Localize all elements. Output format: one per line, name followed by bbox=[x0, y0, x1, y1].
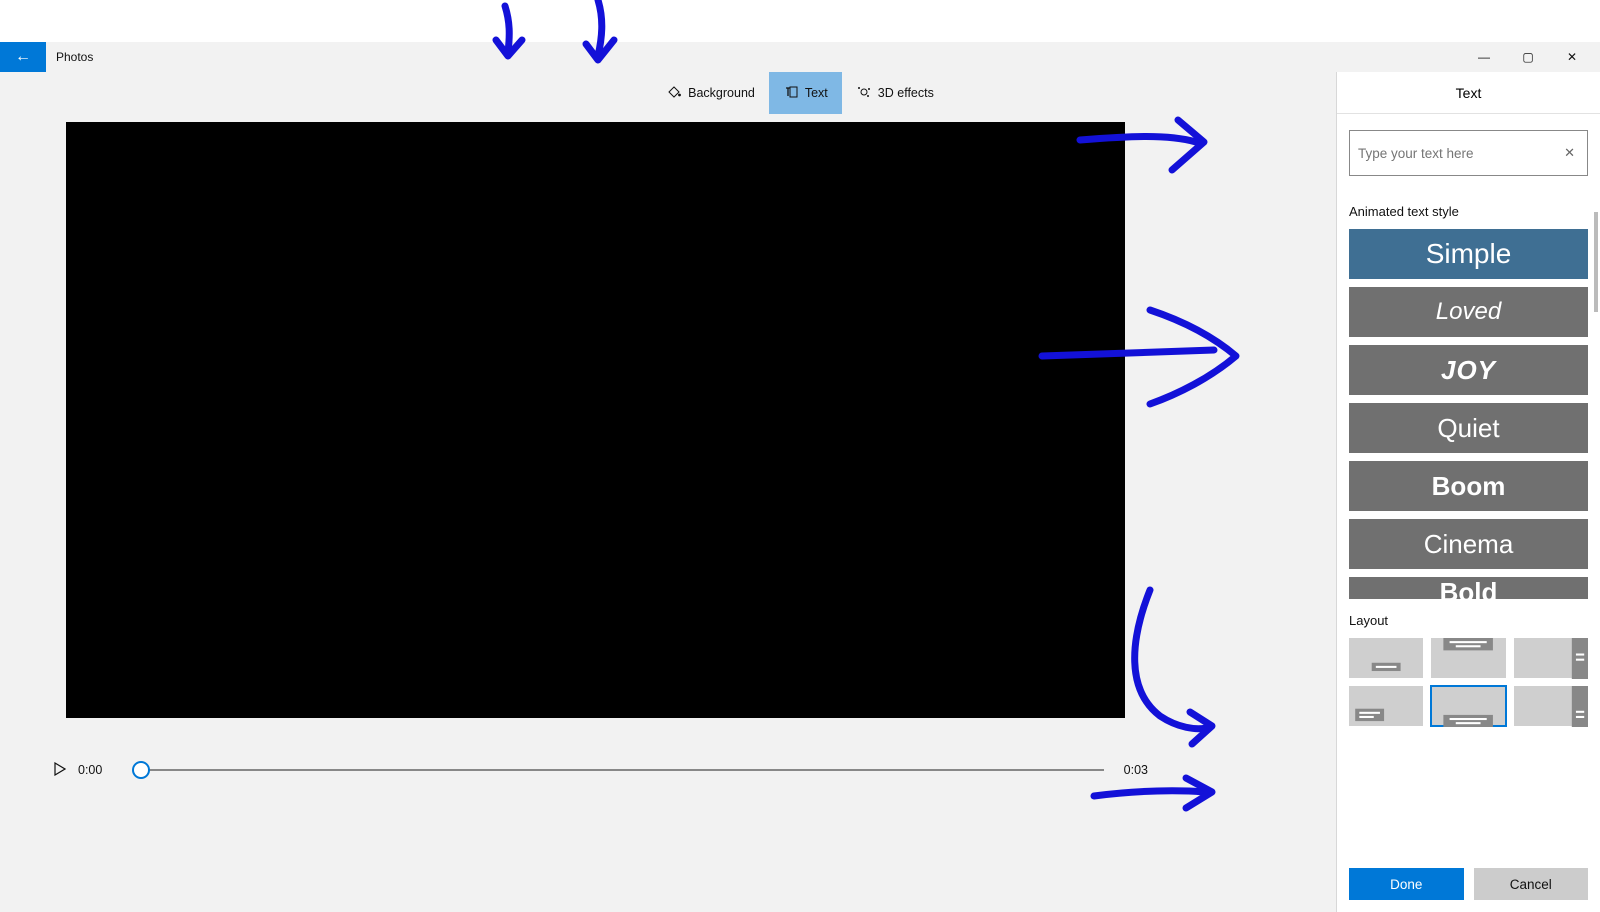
layout-option-5[interactable] bbox=[1514, 686, 1588, 726]
text-style-simple[interactable]: Simple bbox=[1349, 229, 1588, 279]
text-input-container: ✕ bbox=[1349, 130, 1588, 176]
arrow-left-icon: ← bbox=[15, 48, 31, 66]
done-button[interactable]: Done bbox=[1349, 868, 1464, 900]
maximize-icon: ▢ bbox=[1522, 50, 1533, 64]
scrollbar-thumb[interactable] bbox=[1594, 212, 1598, 312]
done-button-label: Done bbox=[1390, 877, 1422, 892]
toolbar-3d-effects[interactable]: 3D effects bbox=[842, 72, 948, 114]
maximize-button[interactable]: ▢ bbox=[1506, 42, 1550, 72]
seek-track[interactable] bbox=[140, 769, 1103, 771]
toolbar-text[interactable]: Text bbox=[769, 72, 842, 114]
toolbar-background-label: Background bbox=[688, 86, 755, 100]
cancel-button-label: Cancel bbox=[1510, 877, 1552, 892]
layout-section-label: Layout bbox=[1349, 613, 1588, 628]
minimize-button[interactable]: — bbox=[1462, 42, 1506, 72]
layout-option-1[interactable] bbox=[1431, 638, 1505, 678]
clear-text-button[interactable]: ✕ bbox=[1560, 145, 1579, 161]
text-style-label: Boom bbox=[1432, 471, 1506, 502]
side-panel-footer: Done Cancel bbox=[1337, 856, 1600, 912]
window-controls: — ▢ ✕ bbox=[1462, 42, 1594, 72]
styles-section-label: Animated text style bbox=[1349, 204, 1588, 219]
text-style-list: Simple Loved JOY Quiet Boom Cinema Bold bbox=[1349, 229, 1588, 599]
side-panel-scrollbar[interactable] bbox=[1593, 212, 1599, 612]
window-titlebar: ← Photos — ▢ ✕ bbox=[0, 42, 1600, 72]
play-button[interactable] bbox=[46, 756, 74, 784]
layout-section: Layout bbox=[1349, 613, 1588, 726]
minimize-icon: — bbox=[1478, 50, 1490, 64]
text-style-boom[interactable]: Boom bbox=[1349, 461, 1588, 511]
text-style-cinema[interactable]: Cinema bbox=[1349, 519, 1588, 569]
layout-option-4[interactable] bbox=[1431, 686, 1505, 726]
seek-handle[interactable] bbox=[132, 761, 150, 779]
time-end: 0:03 bbox=[1124, 763, 1148, 777]
text-style-quiet[interactable]: Quiet bbox=[1349, 403, 1588, 453]
text-style-label: JOY bbox=[1441, 355, 1496, 386]
playback-controls: 0:00 0:03 bbox=[46, 740, 1154, 800]
side-panel-title: Text bbox=[1337, 72, 1600, 114]
text-style-joy[interactable]: JOY bbox=[1349, 345, 1588, 395]
text-style-label: Cinema bbox=[1424, 529, 1514, 560]
text-style-label: Quiet bbox=[1437, 413, 1499, 444]
layout-option-3[interactable] bbox=[1349, 686, 1423, 726]
play-icon bbox=[54, 762, 66, 779]
paint-bucket-icon bbox=[666, 84, 682, 103]
toolbar-background[interactable]: Background bbox=[652, 72, 769, 114]
text-style-label: Simple bbox=[1426, 238, 1512, 270]
cancel-button[interactable]: Cancel bbox=[1474, 868, 1589, 900]
app-body: Background Text 3D effects 0:00 0:03 bbox=[0, 72, 1600, 912]
app-title: Photos bbox=[56, 50, 93, 64]
layout-option-2[interactable] bbox=[1514, 638, 1588, 678]
layout-grid bbox=[1349, 638, 1588, 726]
text-side-panel: Text ✕ Animated text style Simple Loved … bbox=[1336, 72, 1600, 912]
caption-text-input[interactable] bbox=[1358, 146, 1560, 161]
text-style-label: Loved bbox=[1436, 298, 1501, 326]
text-icon bbox=[783, 84, 799, 103]
toolbar-3d-effects-label: 3D effects bbox=[878, 86, 934, 100]
close-button[interactable]: ✕ bbox=[1550, 42, 1594, 72]
back-button[interactable]: ← bbox=[0, 42, 46, 72]
toolbar-text-label: Text bbox=[805, 86, 828, 100]
time-current: 0:00 bbox=[78, 763, 102, 777]
close-icon: ✕ bbox=[1567, 50, 1577, 64]
text-style-bold[interactable]: Bold bbox=[1349, 577, 1588, 599]
text-style-label: Bold bbox=[1440, 577, 1498, 599]
video-preview[interactable] bbox=[66, 122, 1125, 718]
side-panel-content: ✕ Animated text style Simple Loved JOY Q… bbox=[1337, 114, 1600, 856]
sparkle-icon bbox=[856, 84, 872, 103]
layout-option-0[interactable] bbox=[1349, 638, 1423, 678]
text-style-loved[interactable]: Loved bbox=[1349, 287, 1588, 337]
